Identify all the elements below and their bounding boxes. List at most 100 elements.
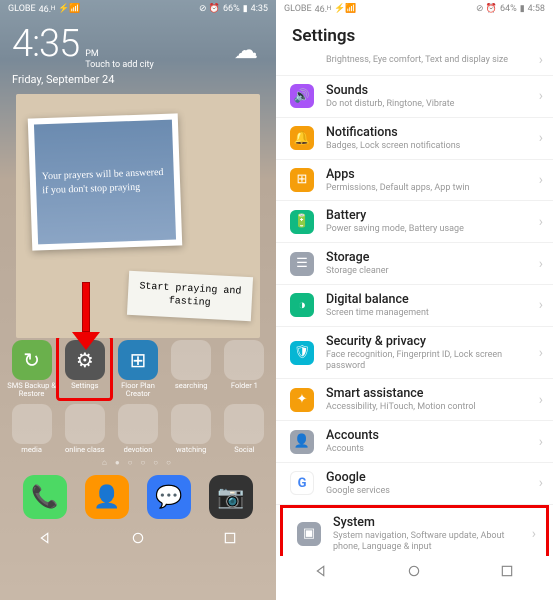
app-sms-backup-restore[interactable]: ↻SMS Backup & Restore: [6, 338, 57, 399]
settings-icon: ◑: [290, 293, 314, 317]
settings-label: Smart assistance: [326, 386, 539, 401]
wifi-icon: ⚡📶: [334, 4, 356, 14]
chevron-right-icon: ›: [539, 214, 543, 230]
app-row-2: media online class devotion watching Social: [0, 402, 276, 454]
clock-date: Friday, September 24: [12, 73, 264, 86]
chevron-right-icon: ›: [539, 345, 543, 361]
wallpaper-note: Your prayers will be answered if you don…: [16, 94, 260, 338]
settings-list[interactable]: Brightness, Eye comfort, Text and displa…: [276, 52, 553, 556]
settings-desc: Screen time management: [326, 308, 539, 319]
nav-back-icon[interactable]: [315, 564, 329, 578]
settings-item-display[interactable]: Brightness, Eye comfort, Text and displa…: [276, 52, 553, 76]
settings-icon: ✦: [290, 388, 314, 412]
dock-app[interactable]: 📷: [209, 475, 253, 519]
chevron-right-icon: ›: [539, 130, 543, 146]
dock-app[interactable]: 📞: [23, 475, 67, 519]
app-label: devotion: [124, 446, 153, 454]
folder-icon: [12, 404, 52, 444]
settings-icon: 🛡: [290, 341, 314, 365]
home-screen: GLOBE 46.ᴴ ⚡📶 ⊘ ⏰ 66% ▮ 4:35 4:35 PM Tou…: [0, 0, 276, 600]
page-title: Settings: [276, 18, 553, 52]
settings-label: Accounts: [326, 428, 539, 443]
settings-desc: Do not disturb, Ringtone, Vibrate: [326, 99, 539, 110]
nav-home-icon[interactable]: [131, 531, 145, 545]
polaroid-text: Your prayers will be answered if you don…: [42, 165, 169, 197]
settings-icon: ⊞: [290, 168, 314, 192]
app-folder-1[interactable]: Folder 1: [219, 338, 270, 399]
carrier: GLOBE: [8, 4, 36, 14]
settings-icon: 🔔: [290, 126, 314, 150]
settings-icon: 🔋: [290, 210, 314, 234]
carrier: GLOBE: [284, 4, 312, 14]
settings-icon: 🔊: [290, 84, 314, 108]
dock-app[interactable]: 💬: [147, 475, 191, 519]
folder-icon: [224, 404, 264, 444]
chevron-right-icon: ›: [539, 297, 543, 313]
settings-item-digital-balance[interactable]: ◑ Digital balance Screen time management…: [276, 285, 553, 327]
app-social[interactable]: Social: [219, 402, 270, 454]
nav-bar: [276, 556, 553, 586]
page-dots[interactable]: ⌂ ● ○ ○ ○ ○: [0, 458, 276, 467]
settings-desc: Face recognition, Fingerprint ID, Lock s…: [326, 350, 539, 372]
nav-back-icon[interactable]: [39, 531, 53, 545]
settings-item-battery[interactable]: 🔋 Battery Power saving mode, Battery usa…: [276, 201, 553, 243]
app-online-class[interactable]: online class: [59, 402, 110, 454]
chevron-right-icon: ›: [539, 434, 543, 450]
app-label: Floor Plan Creator: [112, 382, 163, 399]
chevron-right-icon: ›: [539, 256, 543, 272]
polaroid-photo: Your prayers will be answered if you don…: [28, 113, 183, 250]
settings-desc: Power saving mode, Battery usage: [326, 224, 539, 235]
settings-label: Notifications: [326, 125, 539, 140]
chevron-right-icon: ›: [539, 475, 543, 491]
app-row-1: ↻SMS Backup & Restore⚙Settings⊞Floor Pla…: [0, 338, 276, 399]
nav-home-icon[interactable]: [407, 564, 421, 578]
settings-item-sounds[interactable]: 🔊 Sounds Do not disturb, Ringtone, Vibra…: [276, 76, 553, 118]
battery-percent: 66%: [223, 4, 240, 14]
settings-desc: Accounts: [326, 444, 539, 455]
settings-item-smart-assistance[interactable]: ✦ Smart assistance Accessibility, HiTouc…: [276, 379, 553, 421]
weather-icon[interactable]: ☁: [234, 36, 258, 64]
signal-icon: 46.ᴴ: [39, 4, 55, 15]
settings-item-google[interactable]: G Google Google services ›: [276, 463, 553, 505]
settings-item-storage[interactable]: ☰ Storage Storage cleaner ›: [276, 243, 553, 285]
battery-percent: 64%: [500, 4, 517, 14]
app-searching[interactable]: searching: [166, 338, 217, 399]
settings-desc: Badges, Lock screen notifications: [326, 141, 539, 152]
app-watching[interactable]: watching: [166, 402, 217, 454]
status-bar: GLOBE 46.ᴴ ⚡📶 ⊘ ⏰ 64% ▮ 4:58: [276, 0, 553, 18]
app-devotion[interactable]: devotion: [112, 402, 163, 454]
settings-icon: ▣: [297, 522, 321, 546]
settings-item-system[interactable]: ▣ System System navigation, Software upd…: [280, 505, 549, 556]
chevron-right-icon: ›: [539, 392, 543, 408]
battery-icon: ▮: [520, 4, 525, 14]
app-label: Social: [234, 446, 254, 454]
settings-label: Google: [326, 470, 539, 485]
clock-ampm: PM: [85, 49, 154, 60]
clock-hint: Touch to add city: [85, 60, 154, 71]
nav-recent-icon[interactable]: [223, 531, 237, 545]
settings-desc: System navigation, Software update, Abou…: [333, 531, 532, 553]
settings-label: Security & privacy: [326, 334, 539, 349]
dock-app[interactable]: 👤: [85, 475, 129, 519]
nav-recent-icon[interactable]: [500, 564, 514, 578]
app-label: media: [21, 446, 42, 454]
chevron-right-icon: ›: [539, 172, 543, 188]
settings-label: Apps: [326, 167, 539, 182]
settings-icon: G: [290, 471, 314, 495]
status-time: 4:58: [528, 4, 545, 14]
settings-item-security-privacy[interactable]: 🛡 Security & privacy Face recognition, F…: [276, 327, 553, 380]
settings-item-notifications[interactable]: 🔔 Notifications Badges, Lock screen noti…: [276, 118, 553, 160]
folder-icon: [224, 340, 264, 380]
folder-icon: [171, 340, 211, 380]
settings-item-apps[interactable]: ⊞ Apps Permissions, Default apps, App tw…: [276, 160, 553, 202]
app-icon: ↻: [12, 340, 52, 380]
battery-icon: ▮: [243, 4, 248, 14]
chevron-right-icon: ›: [539, 88, 543, 104]
settings-label: Storage: [326, 250, 539, 265]
settings-item-accounts[interactable]: 👤 Accounts Accounts ›: [276, 421, 553, 463]
app-label: watching: [176, 446, 206, 454]
app-floor-plan-creator[interactable]: ⊞Floor Plan Creator: [112, 338, 163, 399]
status-time: 4:35: [251, 4, 268, 14]
app-media[interactable]: media: [6, 402, 57, 454]
settings-desc: Storage cleaner: [326, 266, 539, 277]
